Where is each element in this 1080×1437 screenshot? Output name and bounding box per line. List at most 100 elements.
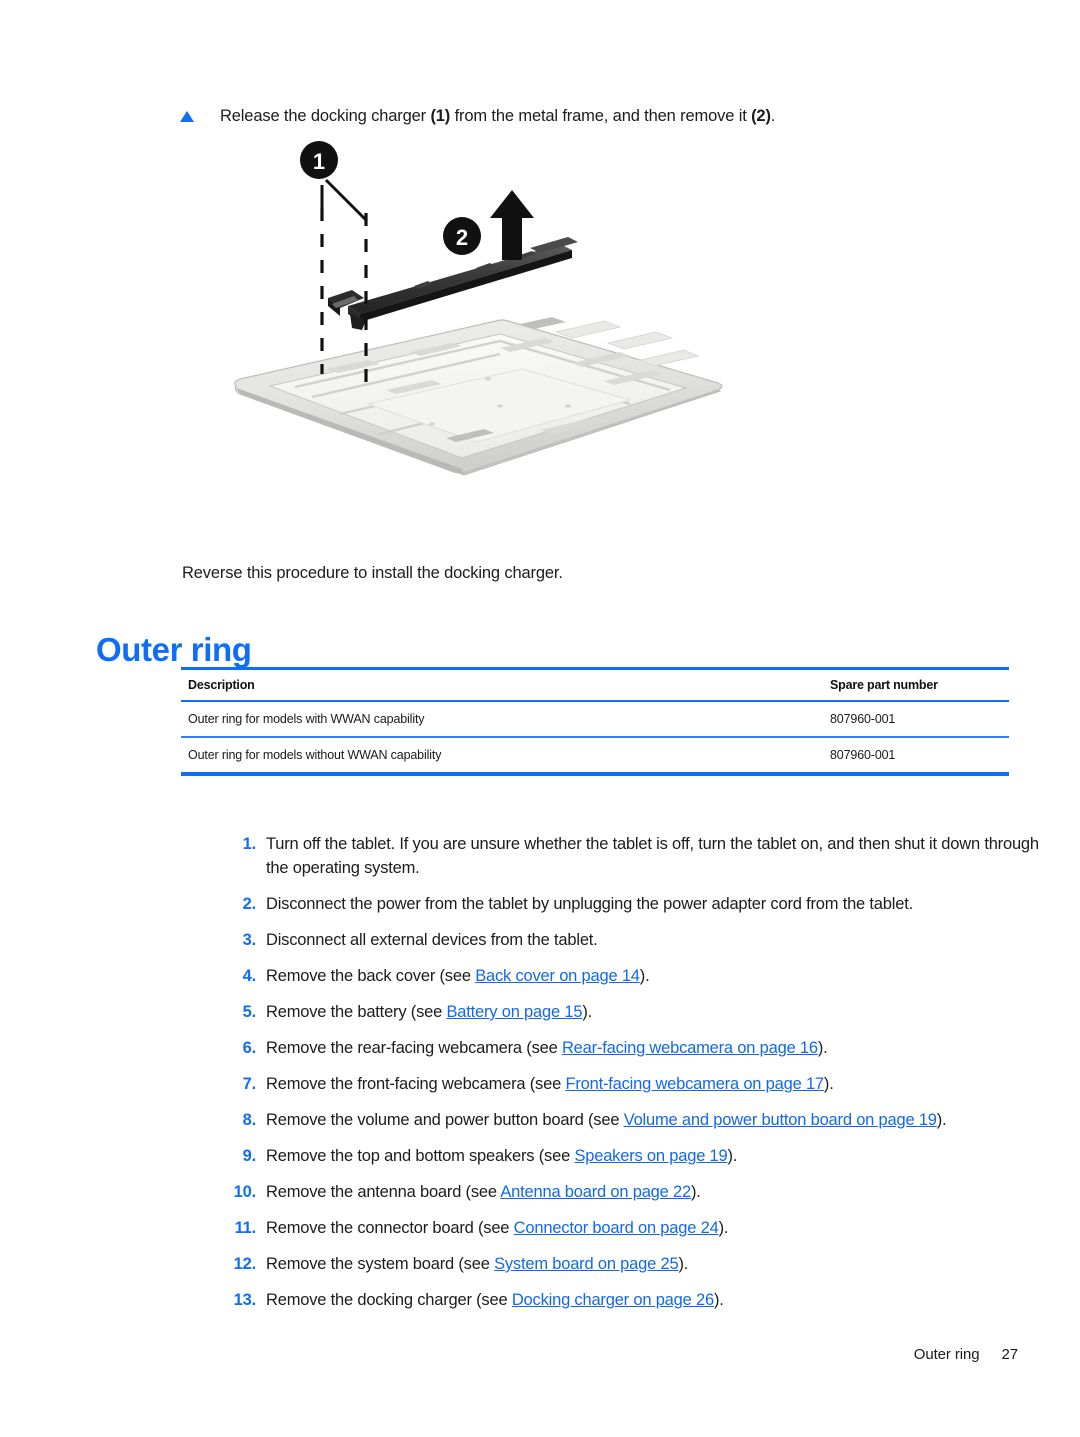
procedure-step-text-prefix: Remove the rear-facing webcamera (see <box>266 1039 562 1057</box>
procedure-step-text: Disconnect the power from the tablet by … <box>256 892 1050 916</box>
callout-2-marker: 2 <box>443 190 534 260</box>
procedure-step: 12. Remove the system board (see System b… <box>216 1252 1050 1276</box>
procedure-step-text-suffix: ). <box>718 1219 729 1237</box>
cross-reference-link[interactable]: Volume and power button board on page 19 <box>624 1111 937 1129</box>
procedure-step: 3. Disconnect all external devices from t… <box>216 928 1050 952</box>
procedure-step-number: 13. <box>233 1291 257 1309</box>
procedure-step-text-suffix: ). <box>713 1291 724 1309</box>
procedure-step-text: Remove the back cover (see Back cover on… <box>256 964 1050 988</box>
spare-parts-table: Description Spare part number Outer ring… <box>181 667 1009 776</box>
procedure-step-number: 4. <box>242 967 257 985</box>
document-page: Release the docking charger (1) from the… <box>0 0 1080 1437</box>
column-header-spare-part-number: Spare part number <box>822 667 1009 702</box>
procedure-step-text: Remove the docking charger (see Docking … <box>256 1288 1050 1312</box>
procedure-step-number: 7. <box>242 1075 257 1093</box>
cross-reference-link[interactable]: Battery on page 15 <box>446 1003 582 1021</box>
intro-text-middle: from the metal frame, and then remove it <box>450 107 752 125</box>
reverse-procedure-note: Reverse this procedure to install the do… <box>182 564 563 582</box>
procedure-step-text: Remove the connector board (see Connecto… <box>256 1216 1050 1240</box>
cell-description-text: Outer ring for models without WWAN capab… <box>188 748 442 762</box>
cell-description: Outer ring for models with WWAN capabili… <box>181 701 822 738</box>
svg-text:2: 2 <box>456 225 468 250</box>
procedure-step-text-suffix: ). <box>639 967 650 985</box>
procedure-step-text: Disconnect all external devices from the… <box>256 928 1050 952</box>
cross-reference-link[interactable]: Front-facing webcamera on page 17 <box>565 1075 824 1093</box>
cross-reference-link[interactable]: Speakers on page 19 <box>574 1147 727 1165</box>
procedure-step-text: Remove the antenna board (see Antenna bo… <box>256 1180 1050 1204</box>
tablet-metal-frame <box>234 317 723 476</box>
procedure-step-number: 2. <box>242 895 257 913</box>
intro-instruction: Release the docking charger (1) from the… <box>180 104 1010 128</box>
procedure-step: 13. Remove the docking charger (see Docki… <box>216 1288 1050 1312</box>
procedure-step: 1. Turn off the tablet. If you are unsure… <box>216 832 1050 880</box>
procedure-step-text-suffix: ). <box>727 1147 738 1165</box>
procedure-step-text-prefix: Remove the connector board (see <box>266 1219 514 1237</box>
cell-description-text: Outer ring for models with WWAN capabili… <box>188 712 425 726</box>
procedure-step-text: Remove the battery (see Battery on page … <box>256 1000 1050 1024</box>
procedure-step: 10. Remove the antenna board (see Antenna… <box>216 1180 1050 1204</box>
cell-spare-part-number: 807960-001 <box>822 737 1009 776</box>
cell-spare-part-number-text: 807960-001 <box>830 712 896 726</box>
procedure-step: 6. Remove the rear-facing webcamera (see … <box>216 1036 1050 1060</box>
procedure-step-text: Remove the rear-facing webcamera (see Re… <box>256 1036 1050 1060</box>
intro-text-before: Release the docking charger <box>220 107 431 125</box>
cell-description: Outer ring for models without WWAN capab… <box>181 737 822 776</box>
intro-callout-1: (1) <box>430 107 451 125</box>
procedure-step: 5. Remove the battery (see Battery on pag… <box>216 1000 1050 1024</box>
procedure-step-text-prefix: Turn off the tablet. If you are unsure w… <box>266 835 1039 877</box>
procedure-step-number: 8. <box>242 1111 257 1129</box>
procedure-step-number: 1. <box>242 835 257 853</box>
table-row: Outer ring for models without WWAN capab… <box>181 737 1009 776</box>
intro-instruction-text: Release the docking charger (1) from the… <box>202 104 1010 128</box>
removal-procedure-list: 1. Turn off the tablet. If you are unsure… <box>176 832 1050 1324</box>
procedure-step-number: 11. <box>234 1219 257 1237</box>
callout-1-marker: 1 <box>300 141 368 222</box>
procedure-step-text-prefix: Remove the antenna board (see <box>266 1183 501 1201</box>
procedure-step-text-prefix: Remove the battery (see <box>266 1003 447 1021</box>
table-row: Outer ring for models with WWAN capabili… <box>181 701 1009 738</box>
procedure-step-text-prefix: Remove the system board (see <box>266 1255 495 1273</box>
footer-section-label: Outer ring <box>913 1346 980 1363</box>
cross-reference-link[interactable]: Antenna board on page 22 <box>500 1183 691 1201</box>
procedure-step-text-prefix: Remove the top and bottom speakers (see <box>266 1147 575 1165</box>
procedure-step-text: Remove the volume and power button board… <box>256 1108 1050 1132</box>
procedure-step-number: 6. <box>242 1039 257 1057</box>
procedure-step: 11. Remove the connector board (see Conne… <box>216 1216 1050 1240</box>
cross-reference-link[interactable]: Docking charger on page 26 <box>512 1291 714 1309</box>
procedure-step-text-prefix: Remove the docking charger (see <box>266 1291 512 1309</box>
procedure-step-text-prefix: Remove the back cover (see <box>266 967 476 985</box>
procedure-step-text-prefix: Disconnect all external devices from the… <box>266 931 598 949</box>
procedure-step-text-suffix: ). <box>817 1039 828 1057</box>
procedure-step: 9. Remove the top and bottom speakers (se… <box>216 1144 1050 1168</box>
procedure-step-text: Remove the front-facing webcamera (see F… <box>256 1072 1050 1096</box>
column-header-spare-part-number-label: Spare part number <box>830 678 938 692</box>
cross-reference-link[interactable]: System board on page 25 <box>494 1255 679 1273</box>
procedure-step: 2. Disconnect the power from the tablet b… <box>216 892 1050 916</box>
procedure-step: 8. Remove the volume and power button boa… <box>216 1108 1050 1132</box>
cross-reference-link[interactable]: Connector board on page 24 <box>514 1219 719 1237</box>
procedure-step-text-suffix: ). <box>823 1075 834 1093</box>
procedure-step-number: 12. <box>233 1255 257 1273</box>
procedure-step-number: 3. <box>242 931 257 949</box>
cell-spare-part-number: 807960-001 <box>822 701 1009 738</box>
procedure-step: 7. Remove the front-facing webcamera (see… <box>216 1072 1050 1096</box>
procedure-step-text-suffix: ). <box>582 1003 592 1021</box>
procedure-step-text: Remove the system board (see System boar… <box>256 1252 1050 1276</box>
procedure-step-text-prefix: Remove the volume and power button board… <box>266 1111 624 1129</box>
table-header-row: Description Spare part number <box>181 667 1009 702</box>
column-header-description-label: Description <box>188 678 255 692</box>
docking-charger-removal-illustration: 1 2 <box>200 138 800 548</box>
procedure-step-text-suffix: ). <box>936 1111 947 1129</box>
procedure-step-text-prefix: Remove the front-facing webcamera (see <box>266 1075 566 1093</box>
procedure-step-number: 5. <box>242 1003 257 1021</box>
cell-spare-part-number-text: 807960-001 <box>830 748 896 762</box>
intro-callout-2: (2) <box>751 107 771 125</box>
procedure-step-text: Turn off the tablet. If you are unsure w… <box>256 832 1050 880</box>
page-footer: Outer ring 27 <box>914 1346 1018 1363</box>
cross-reference-link[interactable]: Rear-facing webcamera on page 16 <box>562 1039 818 1057</box>
intro-text-after: . <box>770 107 776 125</box>
cross-reference-link[interactable]: Back cover on page 14 <box>475 967 640 985</box>
svg-text:1: 1 <box>313 149 325 174</box>
procedure-step-text-suffix: ). <box>678 1255 689 1273</box>
procedure-step-text: Remove the top and bottom speakers (see … <box>256 1144 1050 1168</box>
